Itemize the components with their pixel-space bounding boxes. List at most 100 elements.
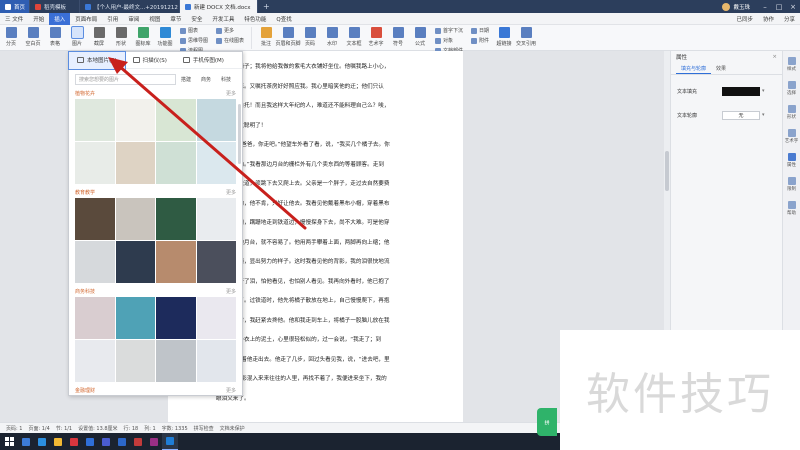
- ribbon-button[interactable]: 形状: [110, 27, 132, 47]
- ribbon-button[interactable]: 文本框: [343, 27, 365, 47]
- picture-thumbnail[interactable]: [75, 198, 115, 240]
- picture-thumbnail[interactable]: [196, 297, 236, 339]
- menu-item[interactable]: 章节: [165, 13, 186, 25]
- menu-item[interactable]: 开发工具: [207, 13, 239, 25]
- text-fill-swatch[interactable]: [722, 86, 760, 96]
- ribbon-button[interactable]: 图标库: [132, 27, 154, 47]
- text-outline-select[interactable]: 无: [722, 110, 760, 120]
- picture-thumbnail[interactable]: [196, 241, 236, 283]
- section-more-link[interactable]: 更多: [226, 189, 236, 196]
- picture-thumbnail[interactable]: [115, 297, 155, 339]
- ribbon-small-item[interactable]: 在线图表: [216, 37, 244, 44]
- ribbon-button[interactable]: 交叉引用: [515, 27, 537, 47]
- taskbar-app-icon[interactable]: [34, 433, 50, 450]
- taskbar-app-icon[interactable]: [66, 433, 82, 450]
- taskbar-app-icon[interactable]: [82, 433, 98, 450]
- scroll-thumb[interactable]: [665, 151, 669, 191]
- ribbon-small-item[interactable]: 对象: [435, 37, 463, 44]
- ribbon-button[interactable]: 页眉和页脚: [276, 27, 301, 47]
- ribbon-button[interactable]: 图片: [66, 26, 88, 47]
- avatar[interactable]: [722, 2, 731, 11]
- picture-thumbnail[interactable]: [156, 142, 196, 184]
- search-category[interactable]: 科技: [216, 76, 236, 83]
- picture-thumbnail[interactable]: [156, 99, 196, 141]
- ribbon-button[interactable]: 功能图: [154, 27, 176, 47]
- picture-thumbnail[interactable]: [156, 297, 196, 339]
- taskbar-app-icon[interactable]: [130, 433, 146, 450]
- windows-start-icon[interactable]: [0, 433, 18, 450]
- menu-item[interactable]: 开始: [28, 13, 49, 25]
- ribbon-button[interactable]: 页码: [299, 27, 321, 47]
- side-tool-button[interactable]: 选择: [787, 81, 796, 96]
- menu-item[interactable]: 引用: [102, 13, 123, 25]
- taskbar-app-icon[interactable]: [146, 433, 162, 450]
- tab-docer[interactable]: 稻壳模板: [30, 0, 80, 13]
- side-tool-button[interactable]: 形状: [787, 105, 796, 120]
- side-tool-button[interactable]: 限制: [787, 177, 796, 192]
- section-more-link[interactable]: 更多: [226, 387, 236, 394]
- maximize-button[interactable]: □: [772, 3, 786, 11]
- taskbar-app-icon[interactable]: [162, 433, 178, 450]
- menu-item[interactable]: 插入: [49, 12, 71, 25]
- section-more-link[interactable]: 更多: [226, 288, 236, 295]
- close-button[interactable]: ×: [786, 3, 800, 11]
- local-picture-option[interactable]: 本地图片(P): [68, 50, 126, 70]
- section-more-link[interactable]: 更多: [226, 90, 236, 97]
- picture-thumbnail[interactable]: [75, 142, 115, 184]
- picture-search-input[interactable]: 搜索您想要的图片: [75, 74, 176, 85]
- menu-item[interactable]: 特色功能: [239, 13, 271, 25]
- taskbar-app-icon[interactable]: [98, 433, 114, 450]
- menu-item[interactable]: 视图: [144, 13, 165, 25]
- user-name[interactable]: 戴玉珠: [733, 3, 750, 11]
- phone-picture-option[interactable]: 手机传图(M): [175, 52, 232, 69]
- picture-thumbnail[interactable]: [115, 99, 155, 141]
- ribbon-small-item[interactable]: 思维导图: [180, 37, 208, 44]
- menu-item[interactable]: 页面布局: [70, 13, 102, 25]
- picture-thumbnail[interactable]: [75, 241, 115, 283]
- picture-thumbnail[interactable]: [115, 340, 155, 382]
- picture-thumbnail[interactable]: [156, 198, 196, 240]
- menu-right-item[interactable]: 已同步: [731, 13, 758, 25]
- chevron-down-icon[interactable]: ▾: [762, 88, 765, 94]
- picture-thumbnail[interactable]: [115, 241, 155, 283]
- float-assist-button[interactable]: 拼: [537, 408, 557, 436]
- picture-thumbnail[interactable]: [75, 340, 115, 382]
- ribbon-button[interactable]: 表格: [44, 27, 66, 47]
- ribbon-button[interactable]: 分页: [0, 27, 22, 47]
- chevron-down-icon[interactable]: ▾: [762, 112, 765, 118]
- ribbon-small-item[interactable]: 图表: [180, 27, 208, 34]
- tab-effect[interactable]: 效果: [711, 63, 731, 74]
- picture-thumbnail[interactable]: [75, 297, 115, 339]
- picture-thumbnail[interactable]: [196, 142, 236, 184]
- taskbar-app-icon[interactable]: [18, 433, 34, 450]
- taskbar-app-icon[interactable]: [50, 433, 66, 450]
- ribbon-small-item[interactable]: 首字下沉: [435, 27, 463, 34]
- ribbon-button[interactable]: 水印: [321, 27, 343, 47]
- menu-right-item[interactable]: 分享: [779, 13, 800, 25]
- picture-thumbnail[interactable]: [115, 142, 155, 184]
- side-tool-button[interactable]: 艺术字: [785, 129, 798, 144]
- side-tool-button[interactable]: 帮助: [787, 201, 796, 216]
- ribbon-button[interactable]: 符号: [387, 27, 409, 47]
- picture-thumbnail[interactable]: [196, 340, 236, 382]
- menu-item[interactable]: 审阅: [123, 13, 144, 25]
- menu-right-item[interactable]: 协作: [758, 13, 779, 25]
- ribbon-small-item[interactable]: 更多: [216, 27, 244, 34]
- ribbon-button[interactable]: 公式: [409, 27, 431, 47]
- search-category[interactable]: 商务: [196, 76, 216, 83]
- ribbon-button[interactable]: 截屏: [88, 27, 110, 47]
- taskbar-app-icon[interactable]: [114, 433, 130, 450]
- scanner-option[interactable]: 扫描仪(S): [125, 52, 175, 69]
- tab-home[interactable]: 首页: [0, 0, 30, 13]
- search-category[interactable]: 搭建: [176, 76, 196, 83]
- side-tool-button[interactable]: 属性: [787, 153, 796, 168]
- side-tool-button[interactable]: 样式: [787, 57, 796, 72]
- tab-document-1[interactable]: 【个人用户-最终文...+20191212: [80, 0, 180, 13]
- tab-document-2[interactable]: 新建 DOCX 文档.docx: [180, 0, 258, 13]
- ribbon-button[interactable]: 批注: [255, 27, 277, 47]
- picture-thumbnail[interactable]: [115, 198, 155, 240]
- picture-thumbnail[interactable]: [75, 99, 115, 141]
- ribbon-button[interactable]: 超链接: [493, 27, 515, 47]
- panel-scrollbar[interactable]: [238, 104, 241, 164]
- menu-item[interactable]: Q查找: [271, 13, 296, 25]
